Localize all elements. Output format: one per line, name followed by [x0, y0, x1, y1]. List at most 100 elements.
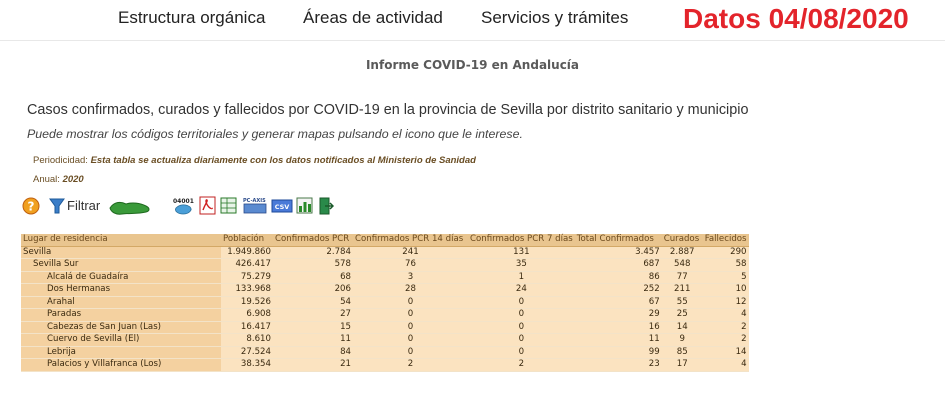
table-cell: 3	[353, 271, 468, 284]
column-header[interactable]: Curados	[661, 234, 703, 247]
table-cell: 99	[574, 346, 662, 359]
nav-areas-actividad[interactable]: Áreas de actividad	[303, 8, 443, 28]
table-cell: 9	[661, 333, 703, 347]
column-header[interactable]: Confirmados PCR 14 días	[353, 234, 468, 247]
table-cell: 8.610	[221, 333, 273, 347]
annual-note: Anual: 2020	[33, 174, 84, 185]
map-icon[interactable]	[108, 198, 152, 216]
periodicity-note: Periodicidad: Esta tabla se actualiza di…	[33, 155, 476, 166]
table-row: Cabezas de San Juan (Las) 16.417 15 0 0 16 14 2	[21, 321, 749, 334]
table-cell: 131	[468, 246, 575, 259]
table-cell: 2	[468, 358, 575, 372]
table-cell: 2.887	[661, 246, 703, 259]
table-cell: 0	[468, 346, 575, 359]
table-cell: 4	[702, 308, 749, 322]
territorial-code-text: 04001	[173, 198, 194, 205]
table-cell: 2	[353, 358, 468, 372]
nav-estructura-organica[interactable]: Estructura orgánica	[118, 8, 265, 28]
periodicity-label: Periodicidad:	[33, 155, 88, 166]
place-name[interactable]: Palacios y Villafranca (Los)	[21, 358, 221, 372]
table-cell: 426.417	[221, 258, 273, 272]
table-cell: 4	[702, 358, 749, 372]
table-cell: 24	[468, 283, 575, 297]
table-cell: 133.968	[221, 283, 273, 297]
nav-servicios-tramites[interactable]: Servicios y trámites	[481, 8, 628, 28]
table-cell: 16.417	[221, 321, 273, 334]
table-row: Lebrija 27.524 84 0 0 99 85 14	[21, 346, 749, 359]
table-cell: 578	[273, 258, 353, 272]
table-header-row: Lugar de residencia Población Confirmado…	[21, 234, 749, 247]
table-cell: 0	[353, 346, 468, 359]
table-cell: 2	[702, 321, 749, 334]
place-name[interactable]: Cuervo de Sevilla (El)	[21, 333, 221, 347]
place-name[interactable]: Arahal	[21, 296, 221, 309]
place-name[interactable]: Sevilla Sur	[21, 258, 221, 272]
place-name[interactable]: Alcalá de Guadaíra	[21, 271, 221, 284]
filter-label[interactable]: Filtrar	[67, 198, 100, 213]
table-cell: 23	[574, 358, 662, 372]
column-header[interactable]: Fallecidos	[702, 234, 749, 247]
table-cell: 21	[273, 358, 353, 372]
table-cell: 85	[661, 346, 703, 359]
table-cell: 11	[273, 333, 353, 347]
header-divider	[0, 40, 945, 41]
table-body: Sevilla 1.949.860 2.784 241 131 3.457 2.887 290…	[21, 246, 749, 372]
territorial-code-icon[interactable]: 04001	[171, 196, 197, 216]
place-name[interactable]: Lebrija	[21, 346, 221, 359]
table-row: Alcalá de Guadaíra 75.279 68 3 1 86 77 5	[21, 271, 749, 284]
table-cell: 77	[661, 271, 703, 284]
table-cell: 25	[661, 308, 703, 322]
table-cell: 6.908	[221, 308, 273, 322]
column-header[interactable]: Total Confirmados	[574, 234, 662, 247]
csv-text: CSV	[275, 203, 290, 211]
table-cell: 14	[702, 346, 749, 359]
place-name[interactable]: Dos Hermanas	[21, 283, 221, 297]
place-name[interactable]: Sevilla	[21, 246, 221, 259]
column-header[interactable]: Confirmados PCR 7 días	[468, 234, 575, 247]
table-cell: 15	[273, 321, 353, 334]
table-cell: 0	[468, 296, 575, 309]
annual-label: Anual:	[33, 174, 60, 185]
page-subheading: Puede mostrar los códigos territoriales …	[27, 127, 523, 141]
table-cell: 241	[353, 246, 468, 259]
table-cell: 211	[661, 283, 703, 297]
table-row: Sevilla Sur 426.417 578 76 35 687 548 58	[21, 258, 749, 272]
table-row: Arahal 19.526 54 0 0 67 55 12	[21, 296, 749, 309]
exit-icon[interactable]	[318, 196, 334, 216]
spreadsheet-icon[interactable]	[220, 196, 238, 216]
table-cell: 3.457	[574, 246, 662, 259]
place-name[interactable]: Cabezas de San Juan (Las)	[21, 321, 221, 334]
place-name[interactable]: Paradas	[21, 308, 221, 322]
pdf-icon[interactable]	[199, 196, 217, 216]
annual-value: 2020	[62, 174, 84, 185]
table-row: Palacios y Villafranca (Los) 38.354 21 2 2 23…	[21, 358, 749, 372]
periodicity-value: Esta tabla se actualiza diariamente con …	[90, 155, 476, 166]
table-cell: 35	[468, 258, 575, 272]
table-cell: 252	[574, 283, 662, 297]
table-cell: 14	[661, 321, 703, 334]
table-cell: 12	[702, 296, 749, 309]
covid-table: Lugar de residencia Población Confirmado…	[21, 234, 749, 372]
chart-icon[interactable]	[296, 196, 314, 216]
page-heading: Casos confirmados, curados y fallecidos …	[27, 102, 749, 118]
table-cell: 86	[574, 271, 662, 284]
help-icon[interactable]: ?	[21, 196, 41, 216]
table-cell: 67	[574, 296, 662, 309]
column-header[interactable]: Confirmados PCR	[273, 234, 353, 247]
date-banner: Datos 04/08/2020	[683, 3, 909, 34]
table-cell: 17	[661, 358, 703, 372]
table-cell: 290	[702, 246, 749, 259]
table-cell: 0	[353, 296, 468, 309]
table-cell: 0	[468, 308, 575, 322]
table-cell: 5	[702, 271, 749, 284]
pc-axis-icon[interactable]: PC-AXIS	[241, 196, 269, 216]
column-header[interactable]: Lugar de residencia	[21, 234, 221, 247]
csv-icon[interactable]: CSV	[271, 196, 293, 216]
filter-icon[interactable]	[49, 196, 65, 216]
table-cell: 19.526	[221, 296, 273, 309]
report-title: Informe COVID-19 en Andalucía	[365, 58, 580, 72]
table-cell: 54	[273, 296, 353, 309]
table-cell: 68	[273, 271, 353, 284]
column-header[interactable]: Población	[221, 234, 273, 247]
table-cell: 55	[661, 296, 703, 309]
